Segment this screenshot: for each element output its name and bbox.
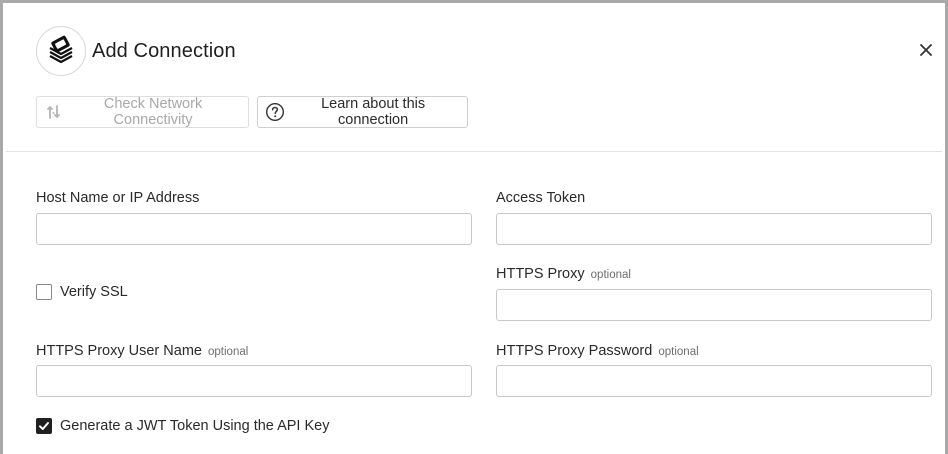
https-proxy-input[interactable] bbox=[496, 289, 932, 321]
access-token-label: Access Token bbox=[496, 190, 585, 206]
learn-about-connection-button[interactable]: Learn about this connection bbox=[257, 96, 468, 128]
https-proxy-label: HTTPS Proxy optional bbox=[496, 266, 631, 282]
dialog-header: Add Connection bbox=[36, 26, 236, 76]
proxy-user-label-text: HTTPS Proxy User Name bbox=[36, 343, 202, 359]
help-circle-icon bbox=[264, 101, 285, 123]
close-icon bbox=[920, 44, 932, 56]
access-token-label-text: Access Token bbox=[496, 190, 586, 206]
close-button[interactable] bbox=[915, 39, 937, 61]
verify-ssl-checkbox[interactable] bbox=[36, 284, 52, 300]
https-proxy-label-text: HTTPS Proxy bbox=[496, 266, 585, 282]
add-connection-dialog: Add Connection Check Network Connectivit… bbox=[0, 0, 948, 454]
host-label-text: Host Name or IP Address bbox=[36, 190, 200, 206]
generate-jwt-checkbox-row[interactable]: Generate a JWT Token Using the API Key bbox=[36, 418, 329, 434]
dialog-title: Add Connection bbox=[92, 39, 236, 62]
connection-logo-icon bbox=[36, 26, 86, 76]
generate-jwt-checkbox[interactable] bbox=[36, 418, 52, 434]
https-proxy-optional-tag: optional bbox=[590, 269, 631, 281]
host-input[interactable] bbox=[36, 213, 472, 245]
network-check-icon bbox=[43, 101, 64, 123]
access-token-input[interactable] bbox=[496, 213, 932, 245]
proxy-user-input[interactable] bbox=[36, 365, 472, 397]
proxy-password-input[interactable] bbox=[496, 365, 932, 397]
proxy-password-label-text: HTTPS Proxy Password bbox=[496, 343, 653, 359]
verify-ssl-checkbox-row[interactable]: Verify SSL bbox=[36, 284, 128, 300]
checkmark-icon bbox=[39, 422, 49, 430]
proxy-user-label: HTTPS Proxy User Name optional bbox=[36, 343, 248, 359]
check-network-label: Check Network Connectivity bbox=[103, 96, 203, 128]
proxy-password-optional-tag: optional bbox=[658, 346, 699, 358]
generate-jwt-label: Generate a JWT Token Using the API Key bbox=[60, 418, 330, 434]
proxy-password-label: HTTPS Proxy Password optional bbox=[496, 343, 699, 359]
proxy-user-optional-tag: optional bbox=[208, 346, 249, 358]
learn-label: Learn about this connection bbox=[321, 96, 426, 128]
dialog-toolbar: Check Network Connectivity Learn about t… bbox=[36, 96, 468, 128]
host-label: Host Name or IP Address bbox=[36, 190, 199, 206]
verify-ssl-label: Verify SSL bbox=[60, 284, 128, 300]
check-network-connectivity-button[interactable]: Check Network Connectivity bbox=[36, 96, 249, 128]
header-divider bbox=[6, 151, 942, 152]
